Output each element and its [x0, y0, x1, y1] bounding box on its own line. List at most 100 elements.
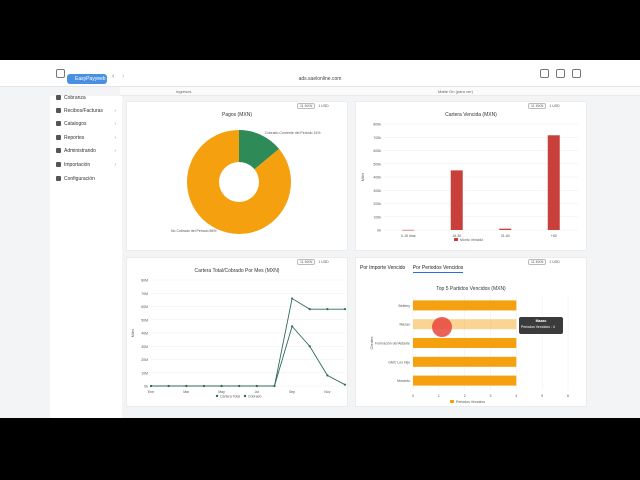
forward-icon[interactable]: ›	[122, 73, 124, 80]
pie-label-no-cobrado: No Cobrado del Periodo 86%	[171, 229, 217, 233]
sidebar-item-administrando[interactable]: Administrando ›	[56, 146, 120, 156]
x-tick-label: 31-60	[501, 234, 510, 238]
sidebar-item-label: Reportes	[64, 135, 85, 141]
cartera-vencida-chart: 0k 100k 200k 300k 400k 500k 600k 700k 800k 0-15 d…	[361, 123, 578, 242]
data-point[interactable]	[255, 384, 258, 388]
y-tick-label: 300k	[373, 189, 381, 193]
x-tick-label: 2	[464, 394, 466, 398]
back-icon[interactable]: ‹	[112, 73, 114, 80]
sidebar-item-importacion[interactable]: Importación ›	[56, 160, 120, 170]
tooltip-title: Mazao	[535, 319, 547, 323]
add-tab-icon[interactable]	[556, 69, 565, 78]
sidebar-item-label: Catalogos	[64, 121, 87, 127]
x-tick-label: May	[218, 390, 225, 394]
bar[interactable]	[450, 170, 463, 230]
data-point[interactable]	[343, 383, 347, 386]
legend-label[interactable]: Periodos Vencidos	[456, 400, 485, 404]
data-point[interactable]	[290, 325, 294, 328]
sidebar-item-recibos[interactable]: Recibos/Facturas ›	[56, 106, 120, 116]
sidebar-item-label: Cobranza	[64, 95, 86, 101]
data-point[interactable]	[273, 384, 276, 388]
tooltip-value: Periodos Vencidos : 4	[521, 325, 555, 329]
y-tick-label: 10M	[141, 371, 148, 375]
data-point[interactable]	[238, 384, 241, 388]
chevron-right-icon: ›	[114, 135, 116, 141]
data-point[interactable]	[202, 384, 206, 388]
legend-swatch	[450, 400, 454, 403]
chevron-right-icon: ›	[114, 148, 116, 154]
y-tick-label: 40M	[141, 332, 148, 336]
y-tick-label: 200k	[373, 202, 381, 206]
sidebar: Cobranza Recibos/Facturas › Catalogos › Re…	[50, 93, 122, 418]
data-point[interactable]	[149, 384, 153, 388]
y-axis-label: Miles	[131, 329, 135, 337]
y-tick-label: GMC Los Hijo	[388, 360, 410, 364]
pagos-chart: Cobrado Corriente del Periodo 14% No Cob…	[171, 130, 320, 234]
x-tick-label: +60	[551, 234, 557, 238]
y-tick-label: 400k	[373, 176, 381, 180]
x-tick-label: Ene	[148, 390, 154, 394]
data-point[interactable]	[167, 384, 170, 388]
x-tick-label: 5	[541, 394, 543, 398]
chevron-right-icon: ›	[114, 121, 116, 127]
sidebar-item-catalogos[interactable]: Catalogos ›	[56, 119, 120, 129]
y-tick-label: 100k	[373, 215, 381, 219]
x-tick-label: Sep	[289, 390, 295, 394]
x-tick-label: Mar	[183, 390, 190, 394]
y-tick-label: 0k	[144, 385, 148, 389]
sidebar-item-cobranza[interactable]: Cobranza	[56, 93, 120, 103]
bar[interactable]	[413, 319, 517, 330]
menu-icon	[56, 121, 61, 127]
y-tick-label: Belleny	[399, 304, 411, 308]
sub-left-label: Ingresos	[176, 89, 192, 94]
cartera-vencida-card: 11 MXN 1 USD Cartera Vencida (MXN) 0k 100k…	[355, 101, 587, 251]
tab-importe-vencido[interactable]: Por Importe Vencido	[360, 265, 405, 271]
sidebar-item-reportes[interactable]: Reportes ›	[56, 133, 120, 143]
address-bar[interactable]: ads.saelonline.com	[220, 74, 420, 84]
bar[interactable]	[499, 228, 512, 230]
legend-label[interactable]: Cartera Total	[220, 395, 240, 399]
y-tick-label: Formación del Aldante	[375, 342, 410, 346]
menu-icon	[56, 135, 61, 141]
share-icon[interactable]	[540, 69, 549, 78]
data-point[interactable]	[308, 345, 311, 348]
x-tick-label: Nov	[324, 390, 330, 394]
legend-swatch	[454, 238, 458, 241]
bar[interactable]	[402, 229, 415, 231]
data-point[interactable]	[326, 308, 329, 311]
y-tick-label: 600k	[373, 149, 381, 153]
sidebar-item-label: Importación	[64, 162, 91, 168]
data-point[interactable]	[326, 374, 329, 377]
bar[interactable]	[413, 338, 517, 348]
sidebar-item-label: Configuración	[64, 176, 95, 182]
x-tick-label: Jul	[255, 390, 260, 394]
series-line	[151, 325, 346, 387]
bar[interactable]	[413, 300, 517, 311]
cursor-highlight	[432, 317, 452, 337]
data-point[interactable]	[220, 384, 223, 388]
tab-periodos-vencidos[interactable]: Por Periodos Vencidos	[412, 265, 464, 273]
pie-label-cobrado: Cobrado Corriente del Periodo 14%	[265, 131, 320, 135]
y-tick-label: 50M	[141, 318, 148, 322]
bar[interactable]	[413, 356, 517, 367]
sidebar-item-configuracion[interactable]: Configuración	[56, 174, 120, 184]
tabs-overview-icon[interactable]	[572, 69, 581, 78]
data-point[interactable]	[290, 297, 294, 300]
data-point[interactable]	[185, 384, 188, 388]
y-tick-label: 70M	[141, 292, 148, 296]
bar[interactable]	[413, 375, 517, 386]
data-point[interactable]	[343, 308, 347, 311]
legend-label[interactable]: Cobrado	[248, 395, 261, 399]
bar[interactable]	[547, 135, 560, 230]
legend-swatch	[215, 394, 219, 398]
browser-toolbar: EasyPayyeeb ‹ › ads.saelonline.com	[0, 60, 640, 87]
sidebar-toggle-icon[interactable]	[56, 69, 65, 78]
data-point[interactable]	[308, 308, 311, 311]
legend-label[interactable]: Monto Vencido	[460, 238, 483, 242]
menu-icon	[56, 108, 61, 114]
y-tick-label: Moranto	[397, 379, 410, 383]
secondary-bar: Ingresos Matte On (para ver)	[120, 87, 640, 96]
x-tick-label: 6	[567, 394, 569, 398]
browser-tab[interactable]: EasyPayyeeb	[67, 74, 107, 84]
y-tick-label: 30M	[141, 345, 148, 349]
